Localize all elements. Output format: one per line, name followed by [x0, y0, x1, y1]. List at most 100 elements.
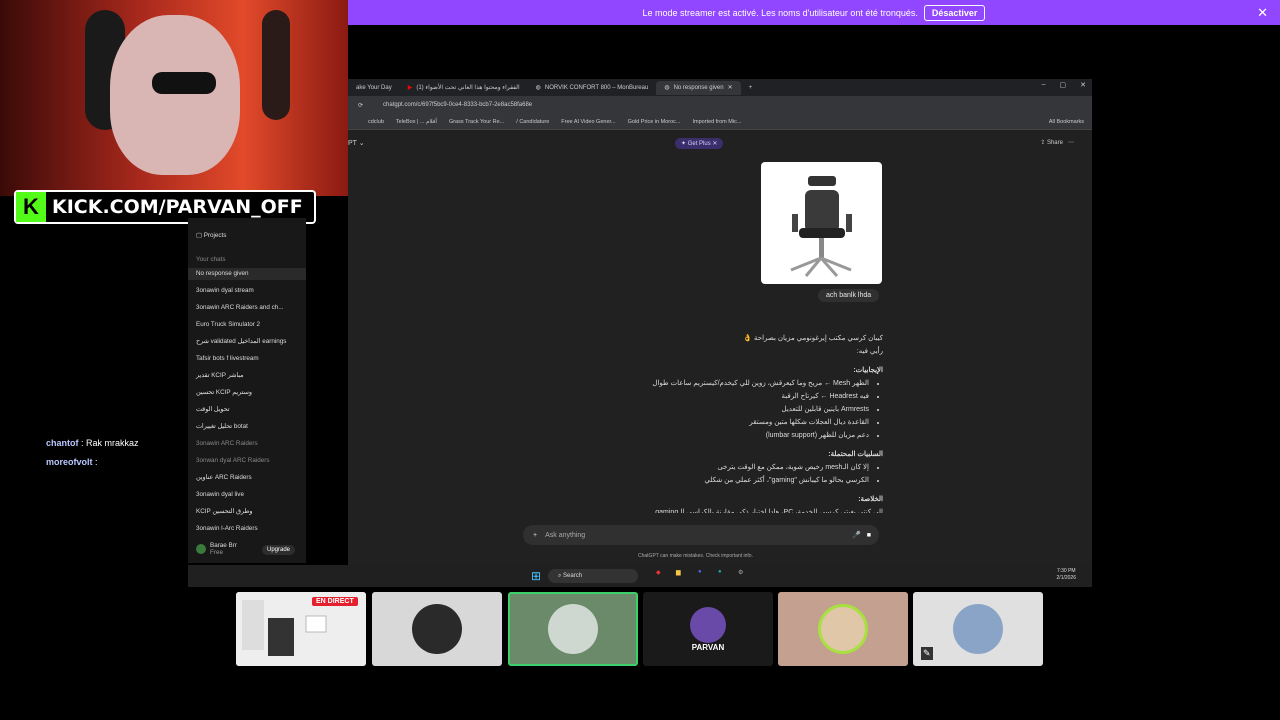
avatar — [953, 604, 1003, 654]
windows-taskbar: ⊞ ⌕ Search ◆ ▆ ● ● ⚙ 7:30 PM 2/1/2026 — [188, 565, 1092, 587]
chat-item[interactable]: KCIP وطرق التحسين — [196, 508, 252, 515]
app-icon[interactable]: ⚙ — [738, 569, 743, 576]
maximize-icon[interactable]: ▢ — [1060, 81, 1067, 89]
office-chair-icon — [790, 176, 852, 277]
edge-icon[interactable]: ● — [718, 569, 722, 575]
participant-tile[interactable]: PARVAN — [643, 592, 773, 666]
avatar — [818, 604, 868, 654]
brave-icon[interactable]: ◆ — [656, 569, 661, 576]
plus-icon[interactable]: + — [533, 532, 537, 539]
sunglasses — [152, 72, 216, 94]
taskbar-search[interactable]: ⌕ Search — [548, 569, 638, 583]
windows-start-icon[interactable]: ⊞ — [531, 569, 541, 583]
message-composer: + Ask anything 🎤 ■ — [523, 525, 879, 545]
pros-list: الظهر Mesh ← مريح وما كيعرقش، زوين للي ك… — [533, 377, 883, 442]
participant-tile[interactable] — [778, 592, 908, 666]
browser-window: ake Your Day ▶ (1) الفقراء ومحتوا هذا الغ… — [348, 79, 1092, 565]
composer-input[interactable]: Ask anything — [545, 532, 585, 539]
tab[interactable]: ake Your Day — [348, 81, 400, 95]
get-plus-button[interactable]: ✦ Get Plus ✕ — [675, 138, 724, 149]
url-field[interactable]: chatgpt.com/c/697f5bc9-0ce4-8333-bcb7-2e… — [383, 102, 532, 108]
bookmark-item[interactable]: TeleBox | ... أفلام — [396, 119, 437, 125]
chat-item[interactable]: No response given — [188, 268, 306, 280]
close-icon[interactable]: ✕ — [1257, 5, 1268, 21]
bookmark-item[interactable]: Imported from Mic... — [693, 119, 742, 125]
chat-item[interactable]: عناوين ARC Raiders — [196, 474, 252, 481]
tab[interactable]: ◍ NORVIK CONFORT 800 – MonBureau — [528, 81, 657, 95]
chat-item[interactable]: Tafsir bots f livestream — [196, 355, 259, 362]
reload-icon[interactable]: ⟳ — [358, 102, 363, 109]
streamer-mode-banner: Le mode streamer est activé. Les noms d'… — [348, 0, 1280, 25]
streamer-face — [110, 15, 240, 175]
headset-right — [262, 10, 290, 120]
folder-icon[interactable]: ▆ — [676, 569, 681, 576]
disclaimer: ChatGPT can make mistakes. Check importa… — [638, 553, 753, 559]
tab[interactable]: ▶ (1) الفقراء ومحتوا هذا الغاني تحت الأضو… — [400, 81, 528, 95]
list-item: دعم مزيان للظهر (lumbar support) — [533, 429, 869, 442]
minimize-icon[interactable]: – — [1042, 81, 1046, 89]
close-icon[interactable]: ✕ — [728, 84, 733, 91]
chat-item[interactable]: Euro Truck Simulator 2 — [196, 321, 260, 328]
list-item: فيه Headrest ← كيرتاح الرقبة — [533, 390, 869, 403]
chat-item[interactable]: 3onawin dyal stream — [196, 287, 254, 294]
list-item: Armrests باينين قابلين للتعديل — [533, 403, 869, 416]
chat-item[interactable]: تحسين KCIP وستريم — [196, 389, 252, 396]
kick-url: KICK.COM/PARVAN_OFF — [52, 196, 303, 218]
avatar — [196, 544, 206, 554]
chat-item[interactable]: 3onawin dyal live — [196, 491, 244, 498]
bookmark-item[interactable]: Free AI Video Gener... — [561, 119, 615, 125]
your-chats-heading: Your chats — [196, 256, 226, 263]
muted-icon: ✎ — [921, 647, 933, 660]
uploaded-image[interactable] — [761, 162, 882, 284]
bookmark-item[interactable]: Grass Track Your Re... — [449, 119, 504, 125]
kick-logo-icon: K — [16, 192, 46, 222]
user-profile[interactable]: Barae Brr Free — [196, 542, 237, 556]
avatar — [548, 604, 598, 654]
chat-item[interactable]: 3onwan dyal ARC Raiders — [196, 457, 270, 464]
answer-intro: كيبان كرسي مكتب إيرغونومي مزيان بصراحة 👌 — [743, 335, 883, 342]
upgrade-button[interactable]: Upgrade — [262, 545, 296, 555]
chatgpt-icon: ◍ — [664, 85, 670, 91]
cons-list: إلا كان الـmesh رخيص شوية، ممكن مع الوقت… — [533, 461, 883, 487]
all-bookmarks[interactable]: All Bookmarks — [1049, 119, 1084, 125]
participant-tile-speaking[interactable] — [508, 592, 638, 666]
tab-active[interactable]: ◍ No response given ✕ — [656, 80, 741, 95]
tab-bar: ake Your Day ▶ (1) الفقراء ومحتوا هذا الغ… — [348, 79, 1092, 96]
participant-tile[interactable]: ✎ — [913, 592, 1043, 666]
chatgpt-sidebar: ▢ Projects Your chats No response given … — [188, 218, 306, 563]
answer-text: رأيي فيه: — [856, 348, 883, 355]
address-bar: ⟳ chatgpt.com/c/697f5bc9-0ce4-8333-bcb7-… — [348, 96, 1092, 114]
chat-item[interactable]: 3onawin l-Arc Raiders — [196, 525, 258, 532]
sidebar-projects[interactable]: ▢ Projects — [196, 232, 226, 239]
bookmark-item[interactable]: Gold Price in Moroc... — [628, 119, 681, 125]
chat-item[interactable]: 3onawin ARC Raiders and ch... — [196, 304, 284, 311]
bookmark-item[interactable]: cdclub — [368, 119, 384, 125]
folder-icon: ▢ — [196, 232, 204, 239]
live-badge: EN DIRECT — [312, 597, 358, 606]
webcam-feed — [0, 0, 348, 196]
taskbar-clock[interactable]: 7:30 PM 2/1/2026 — [1057, 568, 1076, 582]
summary-text: إلى كنتي بغيتي كرسي للخدمة، PC، هادا اخت… — [655, 509, 883, 513]
chat-item[interactable]: شرح validated المداخيل earnings — [196, 338, 286, 345]
chat-message: moreofvolt : — [46, 457, 98, 467]
discord-icon[interactable]: ● — [698, 569, 702, 575]
cons-heading: السلبيات المحتملة: — [828, 451, 883, 458]
list-item: الكرسي بحالو ما كيبانش "gaming"، أكثر عم… — [533, 474, 869, 487]
user-message: ach banlk lhda — [818, 289, 880, 302]
chat-item[interactable]: تحليل تغييرات botat — [196, 423, 248, 430]
disable-button[interactable]: Désactiver — [923, 4, 986, 21]
model-selector[interactable]: PT ⌄ — [348, 139, 365, 147]
share-button[interactable]: ⇪ Share ⋯ — [1040, 139, 1074, 146]
bookmark-item[interactable]: / Candidature — [516, 119, 549, 125]
bookmarks-bar: cdclub TeleBox | ... أفلام Grass Track Y… — [348, 114, 1092, 130]
stop-icon[interactable]: 🎤 ■ — [852, 531, 871, 539]
youtube-icon: ▶ — [407, 85, 413, 91]
close-icon[interactable]: ✕ — [1080, 81, 1086, 89]
chat-item[interactable]: تقدير KCIP مباشر — [196, 372, 244, 379]
list-item: إلا كان الـmesh رخيص شوية، ممكن مع الوقت… — [533, 461, 869, 474]
banner-message: Le mode streamer est activé. Les noms d'… — [642, 7, 918, 18]
new-tab-icon[interactable]: + — [741, 81, 761, 95]
participant-tile[interactable] — [372, 592, 502, 666]
chat-item[interactable]: 3onawin ARC Raiders — [196, 440, 258, 447]
chat-item[interactable]: تحويل الوقت — [196, 406, 229, 413]
